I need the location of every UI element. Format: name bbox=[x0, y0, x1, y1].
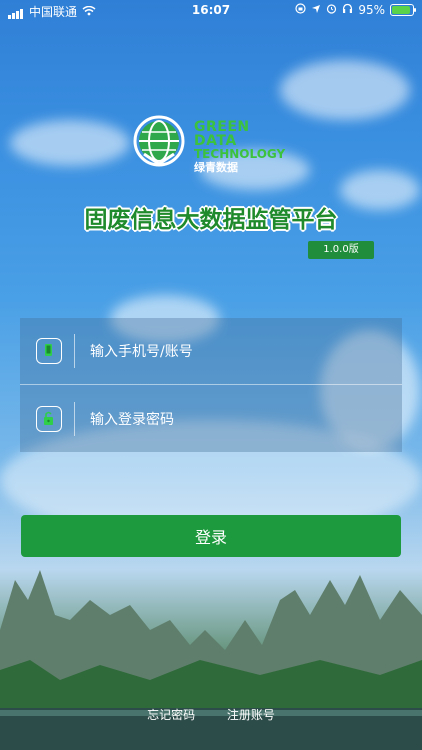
status-bar: 中国联通 16:07 95% bbox=[0, 0, 422, 22]
login-button[interactable]: 登录 bbox=[21, 515, 401, 557]
location-icon bbox=[311, 3, 321, 17]
form-divider bbox=[20, 384, 402, 385]
alarm-icon bbox=[326, 3, 337, 17]
lock-rotation-icon bbox=[295, 3, 306, 17]
account-input[interactable] bbox=[88, 336, 392, 368]
cloud bbox=[10, 120, 130, 166]
field-separator bbox=[74, 402, 75, 436]
login-screen: 中国联通 16:07 95% GREEN DATA TECHNOLOGY 绿青数… bbox=[0, 0, 422, 750]
headphones-icon bbox=[342, 3, 353, 17]
brand-logo: GREEN DATA TECHNOLOGY 绿青数据 bbox=[132, 114, 292, 174]
logo-line-1: GREEN DATA bbox=[194, 119, 250, 149]
app-title: 固废信息大数据监管平台 bbox=[84, 207, 338, 233]
register-link[interactable]: 注册账号 bbox=[227, 708, 275, 722]
login-form bbox=[20, 318, 402, 452]
battery-icon bbox=[390, 4, 416, 16]
password-row bbox=[20, 386, 402, 452]
globe-logo-icon bbox=[133, 115, 185, 167]
battery-percent: 95% bbox=[358, 3, 385, 17]
lock-icon bbox=[36, 406, 62, 432]
logo-line-2: TECHNOLOGY bbox=[194, 147, 286, 161]
cloud bbox=[280, 60, 410, 120]
field-separator bbox=[74, 334, 75, 368]
account-row bbox=[20, 318, 402, 384]
version-badge: 1.0.0版 bbox=[308, 241, 374, 259]
phone-icon bbox=[36, 338, 62, 364]
logo-line-3: 绿青数据 bbox=[194, 161, 238, 174]
password-input[interactable] bbox=[88, 404, 392, 436]
forgot-password-link[interactable]: 忘记密码 bbox=[147, 708, 195, 722]
bottom-links: 忘记密码 注册账号 bbox=[0, 706, 422, 723]
